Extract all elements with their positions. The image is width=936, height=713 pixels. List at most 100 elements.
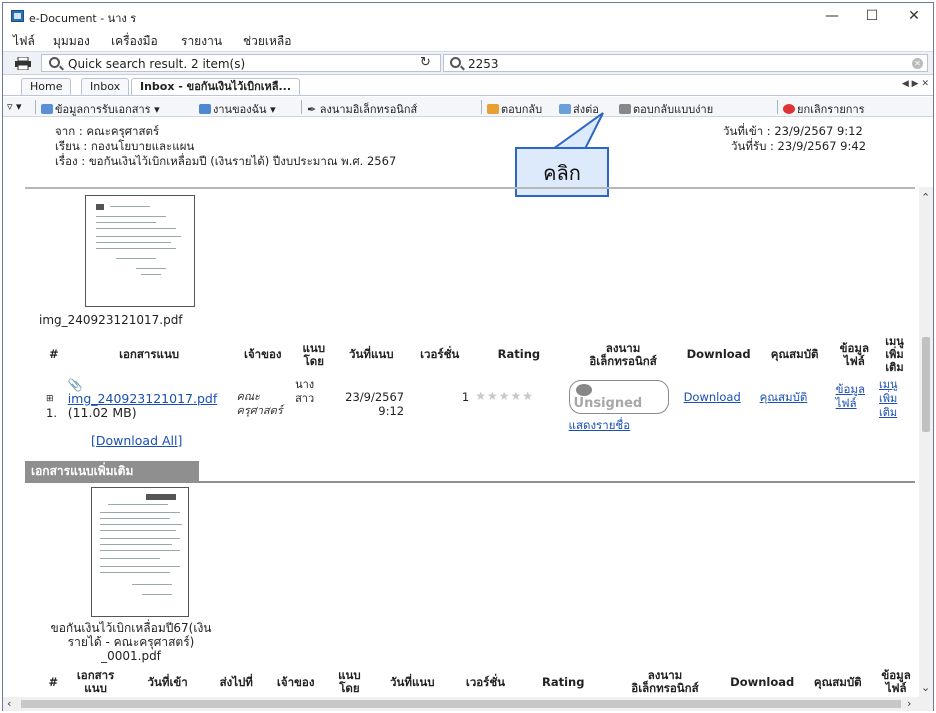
col-header: Rating: [497, 347, 541, 361]
menu-help[interactable]: ช่วยเหลือ: [243, 32, 292, 51]
quick-reply-icon: [619, 104, 631, 114]
extra-attachments-header-row: # เอกสาร แนบ วันที่เข้า ส่งไปที่ เจ้าของ…: [43, 667, 919, 697]
scroll-left-icon[interactable]: ‹: [7, 697, 11, 710]
search-input[interactable]: 2253 ✕: [443, 54, 928, 72]
col-header: #: [49, 347, 59, 361]
menu-file[interactable]: ไฟล์: [13, 32, 35, 51]
minimize-button[interactable]: —: [815, 5, 849, 27]
e-sign-button[interactable]: ✒ ลงนามอิเล็กทรอนิกส์: [307, 100, 417, 118]
scroll-up-icon[interactable]: ⌃: [921, 191, 930, 204]
col-header: ส่งไปที่: [219, 674, 253, 689]
search-query: 2253: [468, 57, 499, 71]
horizontal-scrollbar[interactable]: ‹ ›: [3, 697, 933, 711]
expand-icon[interactable]: ⊞: [46, 394, 54, 404]
search-icon: [49, 57, 60, 68]
tab-home[interactable]: Home: [21, 78, 72, 95]
reply-button[interactable]: ตอบกลับ: [487, 100, 542, 118]
attachments-header-row: # เอกสารแนบ เจ้าของ แนบ โดย วันที่แนบ เว…: [43, 333, 913, 376]
maximize-button[interactable]: ☐: [855, 5, 889, 27]
version-cell: 1: [461, 390, 470, 404]
reply-icon: [487, 104, 499, 114]
unsigned-badge[interactable]: Unsigned: [568, 380, 669, 414]
attachments-table: # เอกสารแนบ เจ้าของ แนบ โดย วันที่แนบ เว…: [43, 333, 913, 434]
menu-reports[interactable]: รายงาน: [181, 32, 222, 51]
owner-cell: คณะ ครุศาสตร์: [236, 390, 283, 417]
tab-current-document[interactable]: Inbox - ขอกันเงินไว้เบิกเหลื...: [131, 78, 301, 95]
col-header: คุณสมบัติ: [813, 674, 862, 689]
col-header: Rating: [541, 674, 585, 689]
tab-scroll-arrows[interactable]: ◀ ▶ ✕: [902, 79, 929, 89]
callout-pointer: [549, 112, 604, 150]
app-window: e-Document - นาง ร — ☐ ✕ ไฟล์ มุมมอง เคร…: [2, 2, 934, 711]
vertical-scroll-thumb[interactable]: [922, 337, 930, 432]
refresh-icon[interactable]: ↻: [420, 55, 431, 70]
extra-document-thumbnail[interactable]: [91, 487, 189, 617]
col-header: ลงนาม อิเล็กทรอนิกส์: [589, 340, 657, 368]
title-bar: e-Document - นาง ร — ☐ ✕: [3, 3, 933, 29]
properties-link[interactable]: คุณสมบัติ: [760, 390, 808, 404]
extra-attachments-table: # เอกสาร แนบ วันที่เข้า ส่งไปที่ เจ้าของ…: [43, 667, 919, 697]
col-header: วันที่เข้า: [147, 674, 188, 689]
document-content: img_240923121017.pdf # เอกสารแนบ เจ้าของ…: [3, 187, 919, 697]
col-header: Download: [730, 674, 795, 689]
cancel-icon: [783, 104, 795, 114]
col-header: วันที่แนบ: [390, 674, 435, 689]
col-header: #: [48, 674, 59, 689]
breadcrumb: Home Inbox Inbox - ขอกันเงินไว้เบิกเหลื.…: [3, 76, 933, 96]
menu-tools[interactable]: เครื่องมือ: [111, 32, 158, 51]
quick-search-result-field[interactable]: Quick search result. 2 item(s) ↻: [41, 54, 441, 72]
scroll-down-icon[interactable]: ⌄: [921, 681, 930, 694]
col-header: วันที่แนบ: [349, 347, 394, 361]
document-thumbnail[interactable]: [85, 195, 195, 307]
more-menu-link[interactable]: เมนู เพิ่ม เติม: [879, 378, 898, 419]
close-button[interactable]: ✕: [897, 5, 931, 27]
clear-search-icon[interactable]: ✕: [912, 58, 923, 69]
col-header: เอกสารแนบ: [119, 347, 180, 361]
col-header: ลงนาม อิเล็กทรอนิกส์: [631, 668, 699, 695]
rating-stars[interactable]: ★★★★★: [475, 389, 534, 403]
col-header: เวอร์ชั่น: [465, 674, 506, 689]
quick-search-label: Quick search result. 2 item(s): [68, 57, 246, 71]
attached-by-cell: นาง สาว: [295, 378, 315, 405]
date-received-field: วันที่รับ : 23/9/2567 9:42: [731, 139, 867, 153]
action-toolbar: ▿ ▾ ข้อมูลการรับเอกสาร ▾ งานของฉัน ▾ ✒ ล…: [3, 97, 933, 117]
attachment-size: (11.02 MB): [67, 405, 137, 420]
download-all-link[interactable]: [Download All]: [91, 433, 182, 448]
search-bar: Quick search result. 2 item(s) ↻ 2253 ✕: [3, 51, 933, 75]
menu-view[interactable]: มุมมอง: [53, 32, 90, 51]
signature-icon: [575, 384, 592, 396]
cancel-button[interactable]: ยกเลิกรายการ: [783, 100, 865, 118]
extra-file-caption: ขอกันเงินไว้เบิกเหลื่อมปี67(เงิน รายได้ …: [50, 621, 212, 663]
tab-inbox[interactable]: Inbox: [81, 78, 130, 95]
col-header: เจ้าของ: [244, 347, 282, 361]
doc-info-icon: [41, 104, 53, 114]
horizontal-scroll-thumb[interactable]: [21, 700, 901, 708]
row-number-label: 1.: [46, 406, 57, 420]
subject-field: เรื่อง : ขอกันเงินไว้เบิกเหลื่อมปี (เงิน…: [55, 154, 397, 168]
col-header: เวอร์ชั่น: [420, 347, 460, 361]
props-cell: คุณสมบัติ: [757, 376, 833, 434]
attachment-cell: 📎 img_240923121017.pdf (11.02 MB): [65, 376, 234, 434]
col-header: แนบ โดย: [338, 668, 361, 695]
doc-info-button[interactable]: ข้อมูลการรับเอกสาร ▾: [41, 100, 160, 118]
file-info-link[interactable]: ข้อมูล ไฟล์: [836, 382, 865, 410]
col-header: Download: [686, 347, 751, 361]
menu-bar: ไฟล์ มุมมอง เครื่องมือ รายงาน ช่วยเหลือ: [3, 29, 933, 51]
download-link[interactable]: Download: [684, 390, 741, 404]
attach-date-cell: 23/9/2567 9:12: [345, 390, 405, 418]
attachment-file-link[interactable]: img_240923121017.pdf: [68, 392, 231, 406]
callout-label: คลิก: [543, 161, 581, 185]
print-icon[interactable]: [15, 57, 31, 70]
toolbar-dropdown-icon[interactable]: ▿ ▾: [7, 100, 22, 113]
col-header: เอกสาร แนบ: [76, 668, 115, 695]
app-icon: [11, 10, 24, 22]
file-info-cell: ข้อมูล ไฟล์: [833, 376, 876, 434]
vertical-scrollbar[interactable]: ⌃ ⌄: [919, 187, 933, 697]
scroll-right-icon[interactable]: ›: [907, 697, 911, 710]
search-icon: [450, 57, 461, 68]
quick-reply-button[interactable]: ตอบกลับแบบง่าย: [619, 100, 713, 118]
show-names-link[interactable]: แสดงรายชื่อ: [569, 418, 678, 432]
quick-reply-label: ตอบกลับแบบง่าย: [633, 103, 714, 116]
my-work-button[interactable]: งานของฉัน ▾: [199, 100, 276, 118]
more-menu-cell: เมนู เพิ่ม เติม: [876, 376, 913, 434]
